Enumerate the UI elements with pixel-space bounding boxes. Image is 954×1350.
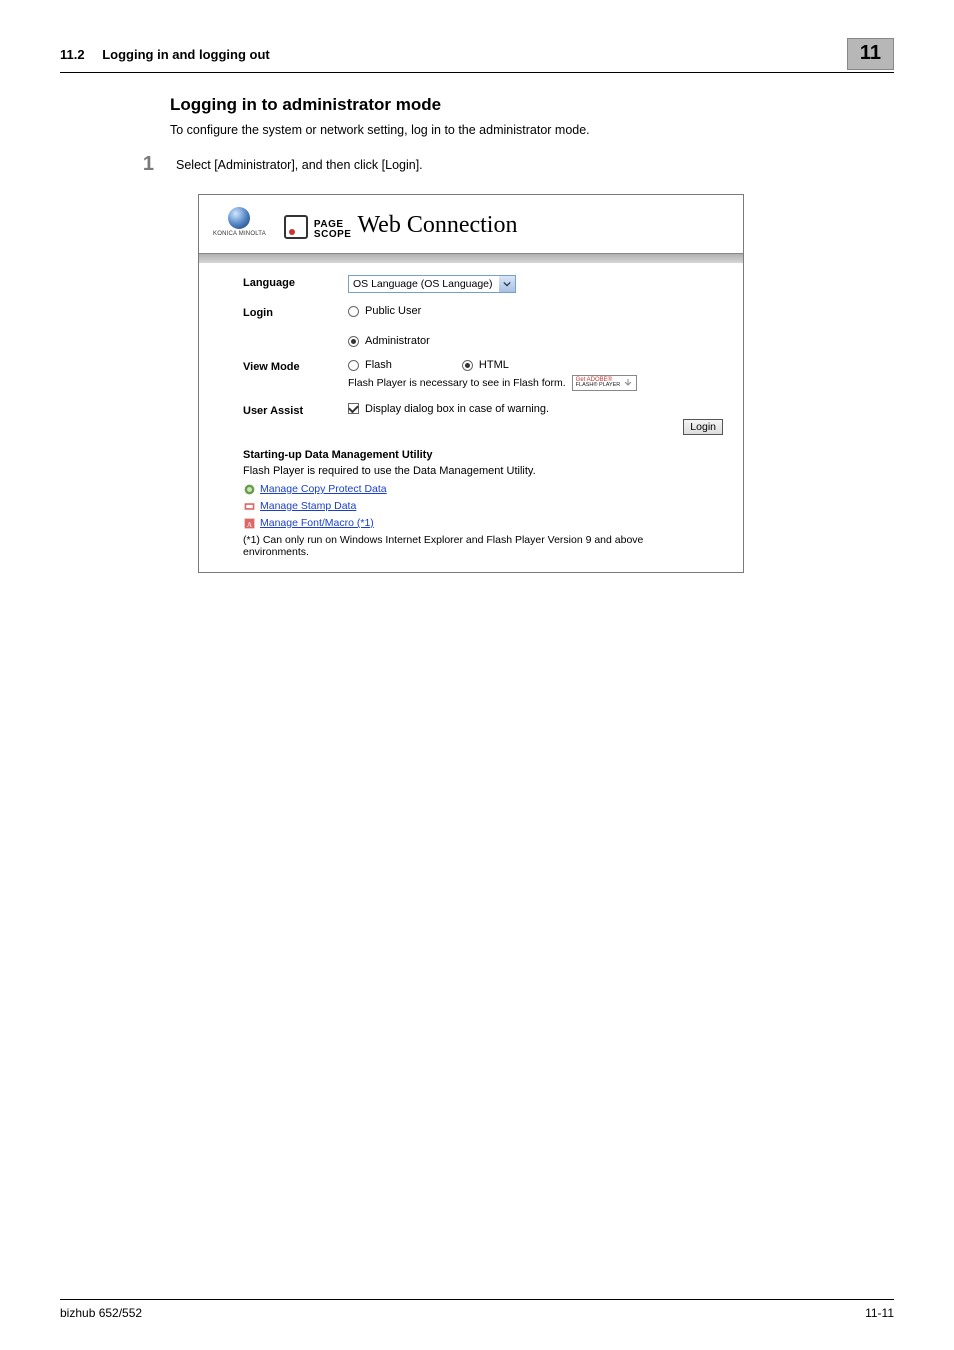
pagescope-logo: PAGESCOPE Web Connection bbox=[284, 212, 518, 239]
footer-right: 11-11 bbox=[865, 1306, 894, 1320]
pagescope-lower: SCOPE bbox=[314, 229, 352, 240]
radio-selected-icon bbox=[348, 336, 359, 347]
globe-icon bbox=[228, 207, 250, 229]
dmu-footnote: (*1) Can only run on Windows Internet Ex… bbox=[243, 534, 663, 558]
login-label: Login bbox=[243, 305, 338, 347]
manage-stamp-link-row: Manage Stamp Data bbox=[243, 500, 729, 513]
section-title: Logging in and logging out bbox=[102, 47, 270, 62]
step-1: 1 Select [Administrator], and then click… bbox=[170, 153, 894, 176]
login-button[interactable]: Login bbox=[683, 419, 723, 435]
user-assist-option-label: Display dialog box in case of warning. bbox=[365, 403, 549, 415]
radio-unselected-icon bbox=[348, 360, 359, 371]
view-flash-radio[interactable]: Flash bbox=[348, 359, 392, 371]
get-adobe-flash-button[interactable]: Get ADOBE® FLASH® PLAYER bbox=[572, 375, 638, 391]
page-title: Logging in to administrator mode bbox=[170, 95, 894, 115]
footer-left: bizhub 652/552 bbox=[60, 1306, 142, 1320]
step-text: Select [Administrator], and then click [… bbox=[176, 153, 423, 172]
manage-copy-protect-link-row: Manage Copy Protect Data bbox=[243, 483, 729, 496]
dmu-title: Starting-up Data Management Utility bbox=[243, 449, 729, 461]
manage-copy-protect-link[interactable]: Manage Copy Protect Data bbox=[260, 483, 387, 495]
chapter-badge: 11 bbox=[847, 38, 894, 70]
view-html-label: HTML bbox=[479, 359, 509, 371]
page-header: 11.2 Logging in and logging out 11 bbox=[60, 38, 894, 73]
flash-player-note: Flash Player is necessary to see in Flas… bbox=[348, 377, 566, 389]
view-html-radio[interactable]: HTML bbox=[462, 359, 509, 371]
login-public-user-label: Public User bbox=[365, 305, 421, 317]
radio-selected-icon bbox=[462, 360, 473, 371]
user-assist-checkbox[interactable]: Display dialog box in case of warning. bbox=[348, 403, 729, 415]
section-label: 11.2 Logging in and logging out bbox=[60, 47, 270, 62]
adobe-bottom: FLASH® PLAYER bbox=[576, 383, 621, 389]
pagescope-mark-icon bbox=[284, 215, 308, 239]
stamp-icon bbox=[243, 500, 256, 513]
radio-unselected-icon bbox=[348, 306, 359, 317]
step-number: 1 bbox=[136, 153, 154, 176]
konica-minolta-text: KONICA MINOLTA bbox=[213, 231, 266, 237]
intro-text: To configure the system or network setti… bbox=[170, 123, 894, 137]
manage-font-macro-link[interactable]: Manage Font/Macro (*1) bbox=[260, 517, 374, 529]
divider-bar bbox=[199, 253, 743, 263]
language-select[interactable]: OS Language (OS Language) bbox=[348, 275, 516, 293]
svg-text:A: A bbox=[247, 519, 253, 528]
logo-row: KONICA MINOLTA PAGESCOPE Web Connection bbox=[213, 207, 729, 239]
download-arrow-icon bbox=[623, 378, 633, 388]
konica-minolta-logo: KONICA MINOLTA bbox=[213, 207, 266, 237]
login-administrator-radio[interactable]: Administrator bbox=[348, 335, 729, 347]
page-footer: bizhub 652/552 11-11 bbox=[60, 1299, 894, 1320]
manage-font-macro-link-row: A Manage Font/Macro (*1) bbox=[243, 517, 729, 530]
chevron-down-icon bbox=[499, 276, 515, 292]
login-public-user-radio[interactable]: Public User bbox=[348, 305, 729, 317]
manage-stamp-link[interactable]: Manage Stamp Data bbox=[260, 500, 356, 512]
section-number: 11.2 bbox=[60, 47, 85, 62]
login-screenshot: KONICA MINOLTA PAGESCOPE Web Connection … bbox=[198, 194, 744, 573]
login-administrator-label: Administrator bbox=[365, 335, 430, 347]
user-assist-label: User Assist bbox=[243, 403, 338, 435]
language-value: OS Language (OS Language) bbox=[353, 278, 493, 290]
data-management-utility-block: Starting-up Data Management Utility Flas… bbox=[213, 449, 729, 558]
copy-protect-icon bbox=[243, 483, 256, 496]
language-label: Language bbox=[243, 275, 338, 293]
dmu-note: Flash Player is required to use the Data… bbox=[243, 465, 729, 477]
view-mode-label: View Mode bbox=[243, 359, 338, 391]
web-connection-text: Web Connection bbox=[357, 212, 517, 239]
checkbox-checked-icon bbox=[348, 403, 359, 414]
view-flash-label: Flash bbox=[365, 359, 392, 371]
font-macro-icon: A bbox=[243, 517, 256, 530]
